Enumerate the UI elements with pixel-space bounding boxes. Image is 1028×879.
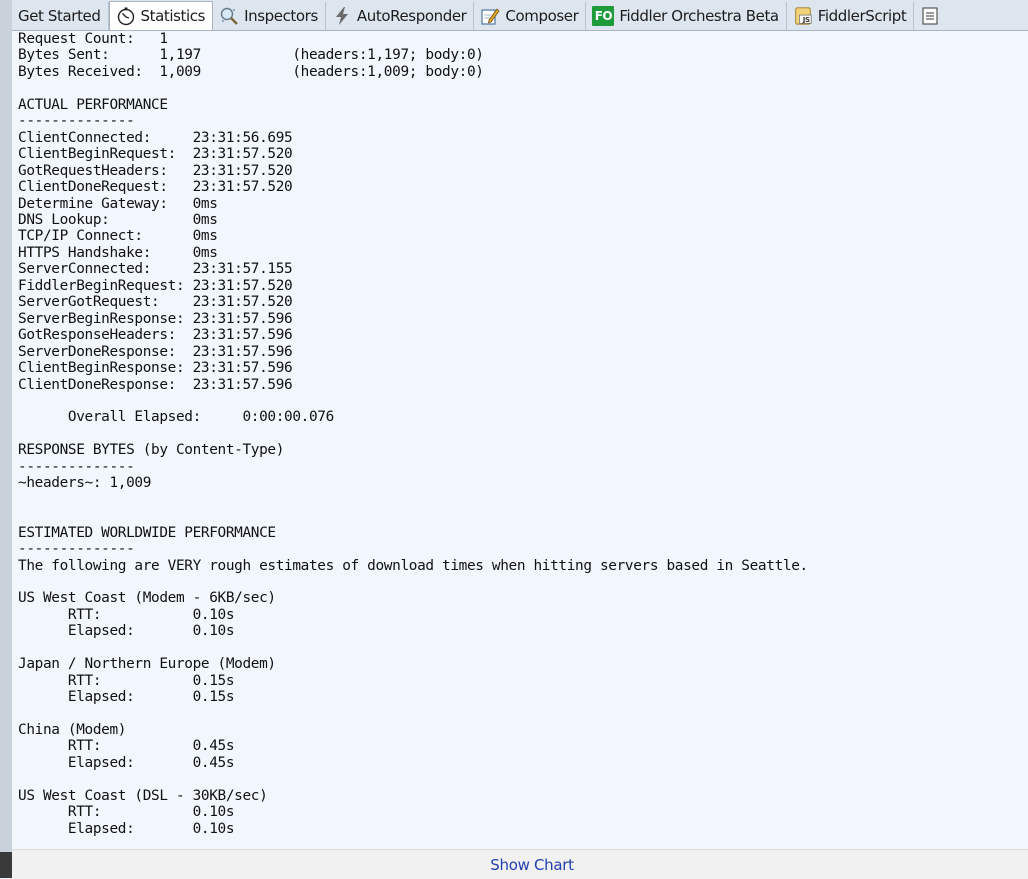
tab-statistics[interactable]: Statistics xyxy=(108,1,214,30)
tab-inspectors[interactable]: Inspectors xyxy=(213,2,326,30)
tab-fiddler-orchestra-beta[interactable]: FO Fiddler Orchestra Beta xyxy=(586,2,787,30)
inspector-tab-bar: Get Started Statistics Inspectors AutoRe… xyxy=(12,0,1028,31)
chart-toggle-bar: Show Chart xyxy=(12,849,1028,879)
tab-label: Inspectors xyxy=(244,7,318,25)
tab-composer[interactable]: Composer xyxy=(474,2,587,30)
tab-label: Composer xyxy=(505,7,579,25)
magnifier-icon xyxy=(219,6,239,26)
tab-label: AutoResponder xyxy=(356,7,467,25)
lightning-icon xyxy=(332,6,352,26)
tab-label: FiddlerScript xyxy=(817,7,907,25)
left-frame-corner xyxy=(0,852,12,878)
show-chart-link[interactable]: Show Chart xyxy=(490,856,574,874)
stopwatch-icon xyxy=(116,6,136,26)
tab-label: Get Started xyxy=(18,7,101,25)
fo-badge-icon: FO xyxy=(592,6,615,26)
tab-log[interactable] xyxy=(914,2,952,30)
compose-pencil-icon xyxy=(480,6,500,26)
log-list-icon xyxy=(920,6,940,26)
statistics-report-text: Request Count: 1 Bytes Sent: 1,197 (head… xyxy=(18,31,808,837)
js-badge-text: JS xyxy=(802,16,810,24)
tab-fiddlerscript[interactable]: JS FiddlerScript xyxy=(787,2,915,30)
fo-badge-text: FO xyxy=(594,9,613,23)
tab-label: Statistics xyxy=(140,7,206,25)
tab-label: Fiddler Orchestra Beta xyxy=(619,7,779,25)
statistics-panel[interactable]: Request Count: 1 Bytes Sent: 1,197 (head… xyxy=(12,31,1028,849)
js-script-icon: JS xyxy=(793,6,813,26)
tab-autoresponder[interactable]: AutoResponder xyxy=(326,2,475,30)
tab-get-started[interactable]: Get Started xyxy=(12,2,109,30)
